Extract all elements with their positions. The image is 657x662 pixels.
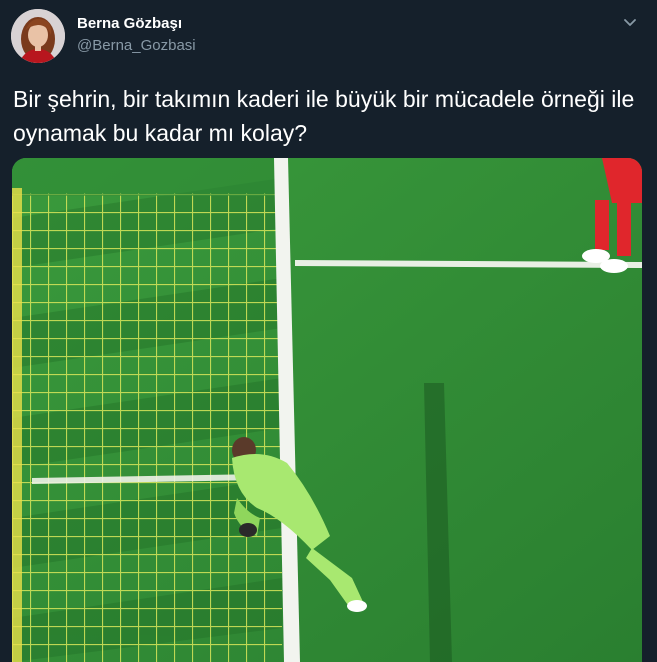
football-goal-photo: [12, 158, 642, 662]
display-name[interactable]: Berna Gözbaşı: [77, 14, 196, 34]
tweet-text: Bir şehrin, bir takımın kaderi ile büyük…: [13, 86, 635, 146]
tweet-card: Berna Gözbaşı @Berna_Gozbasi Bir şehrin,…: [0, 0, 657, 662]
chevron-down-icon[interactable]: [621, 14, 639, 32]
avatar-image: [11, 9, 65, 63]
author-info: Berna Gözbaşı @Berna_Gozbasi: [77, 14, 196, 56]
user-handle[interactable]: @Berna_Gozbasi: [77, 36, 196, 56]
tweet-image[interactable]: [12, 158, 642, 662]
avatar[interactable]: [11, 9, 65, 63]
